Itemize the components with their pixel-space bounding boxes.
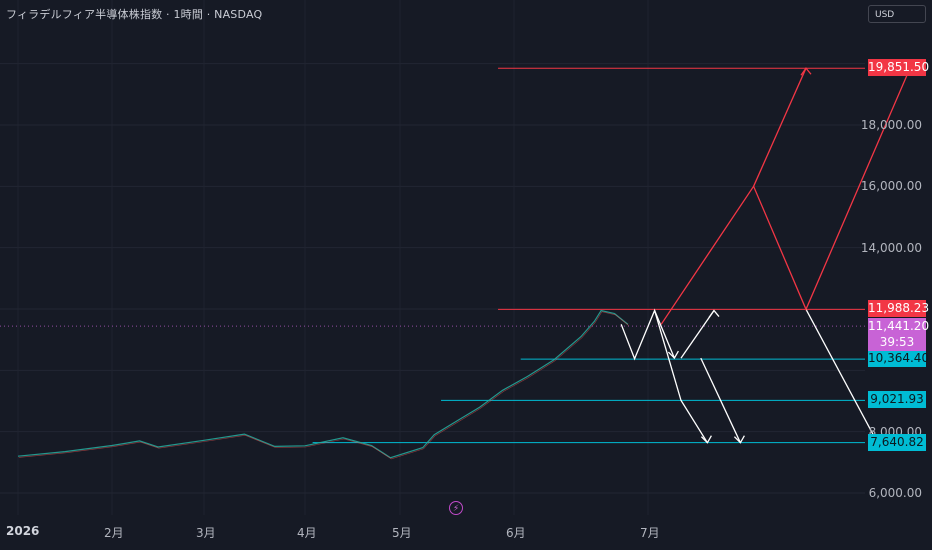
price-tick-label: 6,000.00 xyxy=(868,486,922,500)
level-price-label: 10,364.40 xyxy=(868,350,930,368)
currency-selector[interactable]: USD xyxy=(868,5,926,23)
time-tick-label: 6月 xyxy=(506,526,526,540)
level-price-label: 19,851.50 xyxy=(868,59,930,77)
time-tick-label: 5月 xyxy=(392,526,412,540)
projection-arrowhead xyxy=(800,67,812,76)
price-tick-label: 16,000.00 xyxy=(860,179,922,194)
level-price-label: 7,640.82 xyxy=(868,433,926,451)
projection-path xyxy=(620,308,708,444)
projection-path xyxy=(805,308,879,444)
last-price-label: 11,441.20 xyxy=(868,318,930,336)
price-chart[interactable] xyxy=(0,0,932,550)
projection-path xyxy=(680,310,715,359)
time-tick-label: 2026 xyxy=(6,524,40,538)
chart-title: フィラデルフィア半導体株指数 · 1時間 · NASDAQ xyxy=(6,8,263,21)
projection-arrowhead xyxy=(708,309,720,318)
price-tick-label: 18,000.00 xyxy=(860,118,922,132)
time-tick-label: 4月 xyxy=(297,526,317,540)
time-tick-label: 2月 xyxy=(104,526,124,540)
price-line-shadow xyxy=(18,311,629,460)
projection-path xyxy=(753,67,807,187)
projection-path xyxy=(660,67,911,325)
level-price-label: 9,021.93 xyxy=(868,391,926,409)
projection-arrowhead xyxy=(700,435,712,444)
time-tick-label: 7月 xyxy=(640,526,660,540)
level-price-label: 11,988.23 xyxy=(868,300,930,318)
time-tick-label: 3月 xyxy=(196,526,216,540)
bar-countdown-label: 39:53 xyxy=(868,334,926,352)
horizontal-levels[interactable] xyxy=(312,67,865,444)
price-line xyxy=(17,309,629,459)
projection-path xyxy=(653,310,676,359)
flash-icon[interactable]: ⚡ xyxy=(449,501,463,515)
price-tick-label: 14,000.00 xyxy=(860,240,922,255)
